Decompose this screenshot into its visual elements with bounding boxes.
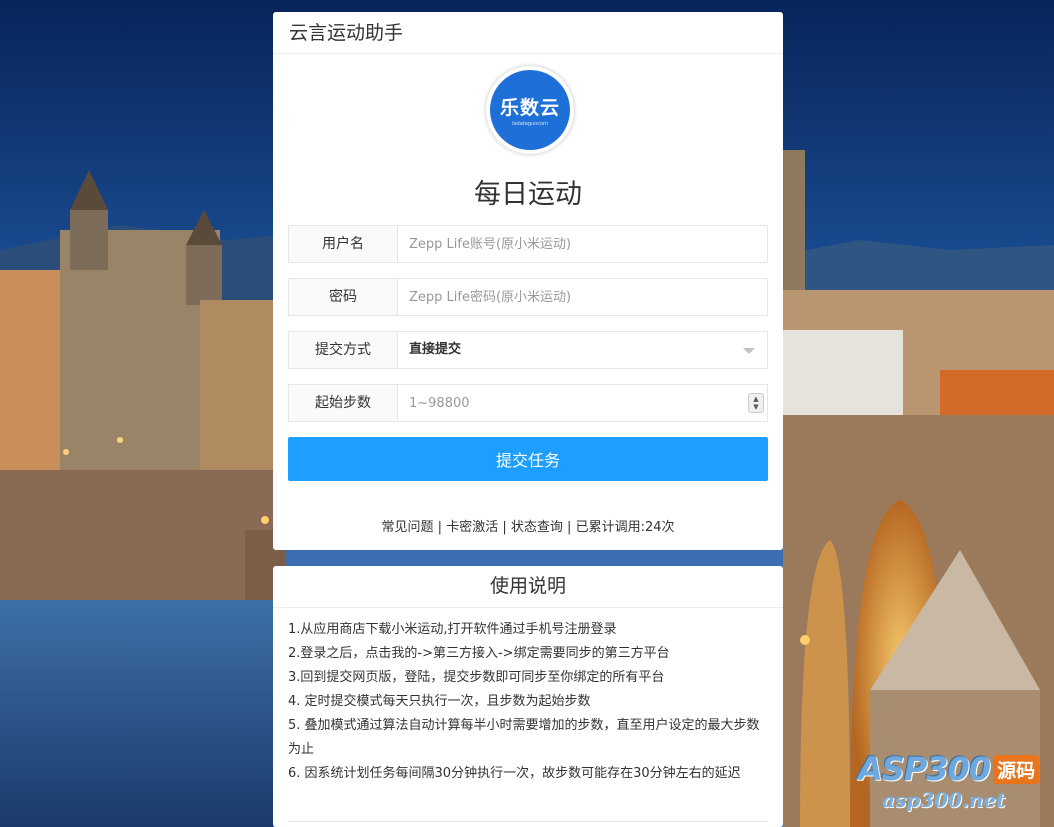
password-row: 密码 <box>288 278 768 316</box>
list-item: 2.登录之后，点击我的->第三方接入->绑定需要同步的第三方平台 <box>288 646 670 661</box>
watermark-badge: 源码 <box>993 754 1040 784</box>
number-stepper-icon[interactable]: ▲ ▼ <box>748 393 764 413</box>
link-separator: | <box>437 520 443 535</box>
steps-label: 起始步数 <box>289 385 398 421</box>
help-list: 1.从应用商店下载小米运动,打开软件通过手机号注册登录 2.登录之后，点击我的-… <box>273 608 783 786</box>
password-input[interactable] <box>398 279 767 315</box>
page-title: 每日运动 <box>474 179 582 210</box>
mode-label: 提交方式 <box>289 332 398 368</box>
faq-link[interactable]: 常见问题 <box>382 520 434 535</box>
logo: 乐数云 ledataguocom <box>486 66 574 154</box>
footer-links: 常见问题 | 卡密激活 | 状态查询 | 已累计调用:24次 <box>273 516 783 535</box>
username-label: 用户名 <box>289 226 398 262</box>
activate-link[interactable]: 卡密激活 <box>446 520 498 535</box>
mode-row: 提交方式 直接提交 <box>288 331 768 369</box>
list-item: 4. 定时提交模式每天只执行一次，且步数为起始步数 <box>288 694 591 709</box>
list-item: 5. 叠加模式通过算法自动计算每半小时需要增加的步数，直至用户设定的最大步数为止 <box>288 718 760 757</box>
username-row: 用户名 <box>288 225 768 263</box>
password-label: 密码 <box>289 279 398 315</box>
help-panel: 使用说明 1.从应用商店下载小米运动,打开软件通过手机号注册登录 2.登录之后，… <box>273 566 783 827</box>
watermark-brand: ASP300 <box>858 750 991 788</box>
link-separator: | <box>567 520 572 535</box>
call-count: 已累计调用:24次 <box>575 520 675 535</box>
steps-row: 起始步数 ▲▼ <box>288 384 768 422</box>
logo-circle: 乐数云 ledataguocom <box>490 70 570 150</box>
chevron-down-icon[interactable] <box>743 348 755 354</box>
panel-header: 云言运动助手 <box>273 12 783 54</box>
list-item: 6. 因系统计划任务每间隔30分钟执行一次，故步数可能存在30分钟左右的延迟 <box>288 766 741 781</box>
logo-text: 乐数云 <box>499 97 560 119</box>
steps-input[interactable] <box>398 385 767 421</box>
watermark-url: asp300.net <box>882 788 1006 812</box>
help-title: 使用说明 <box>273 566 783 608</box>
logo-subtext: ledataguocom <box>512 121 548 127</box>
status-link[interactable]: 状态查询 <box>511 520 563 535</box>
list-item: 1.从应用商店下载小米运动,打开软件通过手机号注册登录 <box>288 622 617 637</box>
divider <box>288 821 768 822</box>
list-item: 3.回到提交网页版，登陆，提交步数即可同步至你绑定的所有平台 <box>288 670 665 685</box>
watermark: ASP300 源码 asp300.net <box>858 750 1040 812</box>
submit-task-button[interactable]: 提交任务 <box>288 437 768 481</box>
link-separator: | <box>502 520 507 535</box>
mode-select[interactable]: 直接提交 <box>398 332 767 368</box>
username-input[interactable] <box>398 226 767 262</box>
login-panel: 云言运动助手 乐数云 ledataguocom 每日运动 用户名 密码 提交方式… <box>273 12 783 550</box>
